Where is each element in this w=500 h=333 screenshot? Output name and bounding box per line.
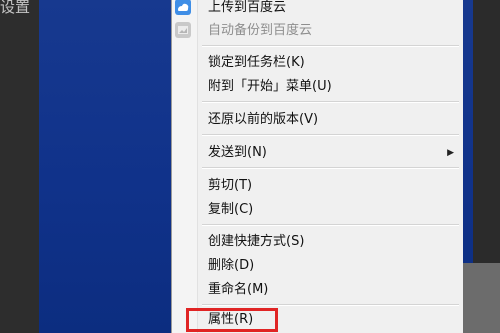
menu-item-label: 自动备份到百度云	[208, 23, 313, 38]
menu-item-label: 重命名(M)	[208, 282, 269, 297]
background-panel: 设置	[0, 0, 39, 333]
menu-item-cut[interactable]: 剪切(T)	[172, 175, 464, 199]
menu-item-label: 还原以前的版本(V)	[208, 112, 319, 127]
menu-item-auto-backup-baidu-cloud[interactable]: 自动备份到百度云	[172, 20, 464, 44]
menu-item-label: 发送到(N)	[208, 145, 267, 160]
menu-item-create-shortcut[interactable]: 创建快捷方式(S)	[172, 231, 464, 255]
menu-item-label: 附到「开始」菜单(U)	[208, 79, 332, 94]
menu-item-label: 剪切(T)	[208, 178, 253, 193]
menu-item-label: 锁定到任务栏(K)	[208, 55, 305, 70]
menu-separator	[202, 45, 459, 47]
menu-item-restore-previous-versions[interactable]: 还原以前的版本(V)	[172, 109, 464, 133]
properties-highlight-box	[186, 308, 278, 332]
settings-label: 设置	[0, 0, 31, 16]
menu-item-pin-to-start-menu[interactable]: 附到「开始」菜单(U)	[172, 76, 464, 100]
menu-item-delete[interactable]: 删除(D)	[172, 255, 464, 279]
submenu-arrow-icon: ▶	[447, 148, 454, 158]
menu-separator	[202, 167, 459, 169]
menu-item-label: 上传到百度云	[208, 0, 287, 15]
menu-item-label: 创建快捷方式(S)	[208, 234, 305, 249]
menu-separator	[202, 224, 459, 226]
menu-item-copy[interactable]: 复制(C)	[172, 199, 464, 223]
menu-item-upload-baidu-cloud[interactable]: 上传到百度云	[172, 0, 464, 21]
menu-item-pin-to-taskbar[interactable]: 锁定到任务栏(K)	[172, 52, 464, 76]
menu-item-send-to[interactable]: 发送到(N) ▶	[172, 142, 464, 166]
menu-separator	[202, 304, 459, 306]
menu-item-label: 复制(C)	[208, 202, 254, 217]
menu-separator	[202, 134, 459, 136]
context-menu: 上传到百度云 自动备份到百度云 锁定到任务栏(K) 附到「开始」菜单(U) 还原…	[171, 0, 463, 333]
baidu-cloud-backup-icon	[175, 22, 191, 38]
menu-item-rename[interactable]: 重命名(M)	[172, 279, 464, 303]
menu-separator	[202, 101, 459, 103]
baidu-cloud-icon	[175, 0, 191, 15]
menu-item-label: 删除(D)	[208, 258, 255, 273]
